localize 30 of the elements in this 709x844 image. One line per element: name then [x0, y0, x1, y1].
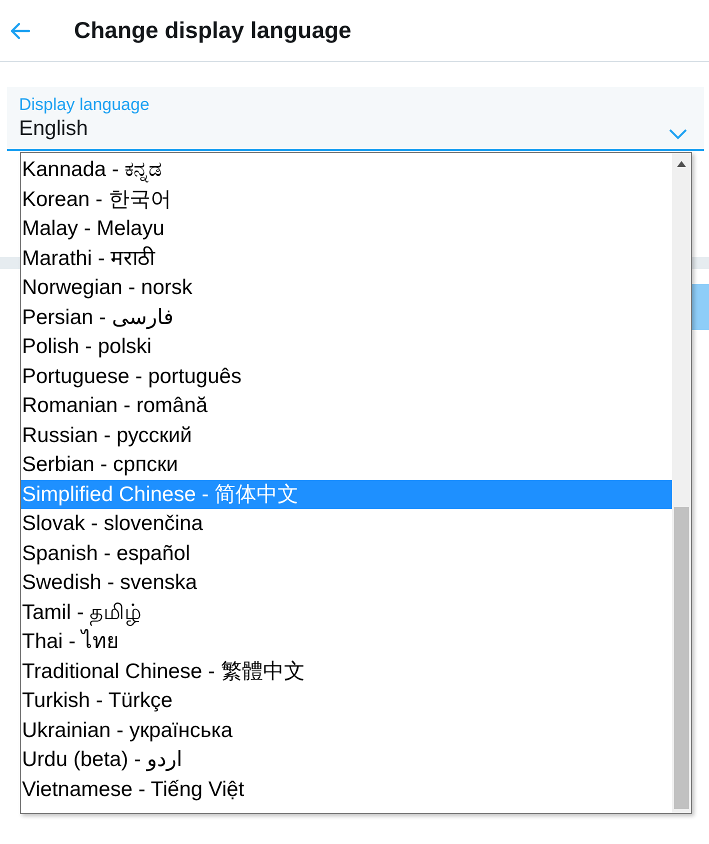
scroll-thumb[interactable]	[674, 507, 689, 809]
language-option[interactable]: Ukrainian - українська	[21, 716, 672, 745]
language-option[interactable]: Kannada - ಕನ್ನಡ	[21, 155, 672, 184]
scrollbar[interactable]	[672, 153, 691, 813]
language-option[interactable]: Urdu (beta) - اردو	[21, 745, 672, 774]
language-option[interactable]: Persian - فارسی	[21, 302, 672, 332]
language-option[interactable]: Polish - polski	[21, 332, 672, 362]
language-option[interactable]: Norwegian - norsk	[21, 273, 672, 302]
language-option[interactable]: Portuguese - português	[21, 362, 672, 391]
language-option[interactable]: Vietnamese - Tiếng Việt	[21, 774, 672, 804]
back-icon[interactable]	[9, 22, 31, 40]
language-option[interactable]: Romanian - română	[21, 391, 672, 420]
language-option[interactable]: Korean - 한국어	[21, 184, 672, 214]
language-option[interactable]: Thai - ไทย	[21, 627, 672, 656]
language-select[interactable]: Display language English	[7, 87, 704, 151]
language-option[interactable]: Tamil - தமிழ்	[21, 598, 672, 627]
language-option[interactable]: Traditional Chinese - 繁體中文	[21, 656, 672, 686]
language-option[interactable]: Serbian - српски	[21, 450, 672, 480]
language-option[interactable]: Swedish - svenska	[21, 568, 672, 598]
field-value: English	[19, 117, 88, 141]
field-label: Display language	[19, 95, 150, 115]
page-title: Change display language	[74, 17, 352, 44]
language-option[interactable]: Malay - Melayu	[21, 214, 672, 244]
language-option[interactable]: Slovak - slovenčina	[21, 509, 672, 538]
language-option[interactable]: Russian - русский	[21, 420, 672, 450]
scroll-up-icon[interactable]	[677, 161, 686, 167]
language-option[interactable]: Turkish - Türkçe	[21, 686, 672, 716]
language-option[interactable]: Marathi - मराठी	[21, 244, 672, 273]
language-option[interactable]: Spanish - español	[21, 538, 672, 568]
chevron-down-icon	[668, 128, 688, 140]
